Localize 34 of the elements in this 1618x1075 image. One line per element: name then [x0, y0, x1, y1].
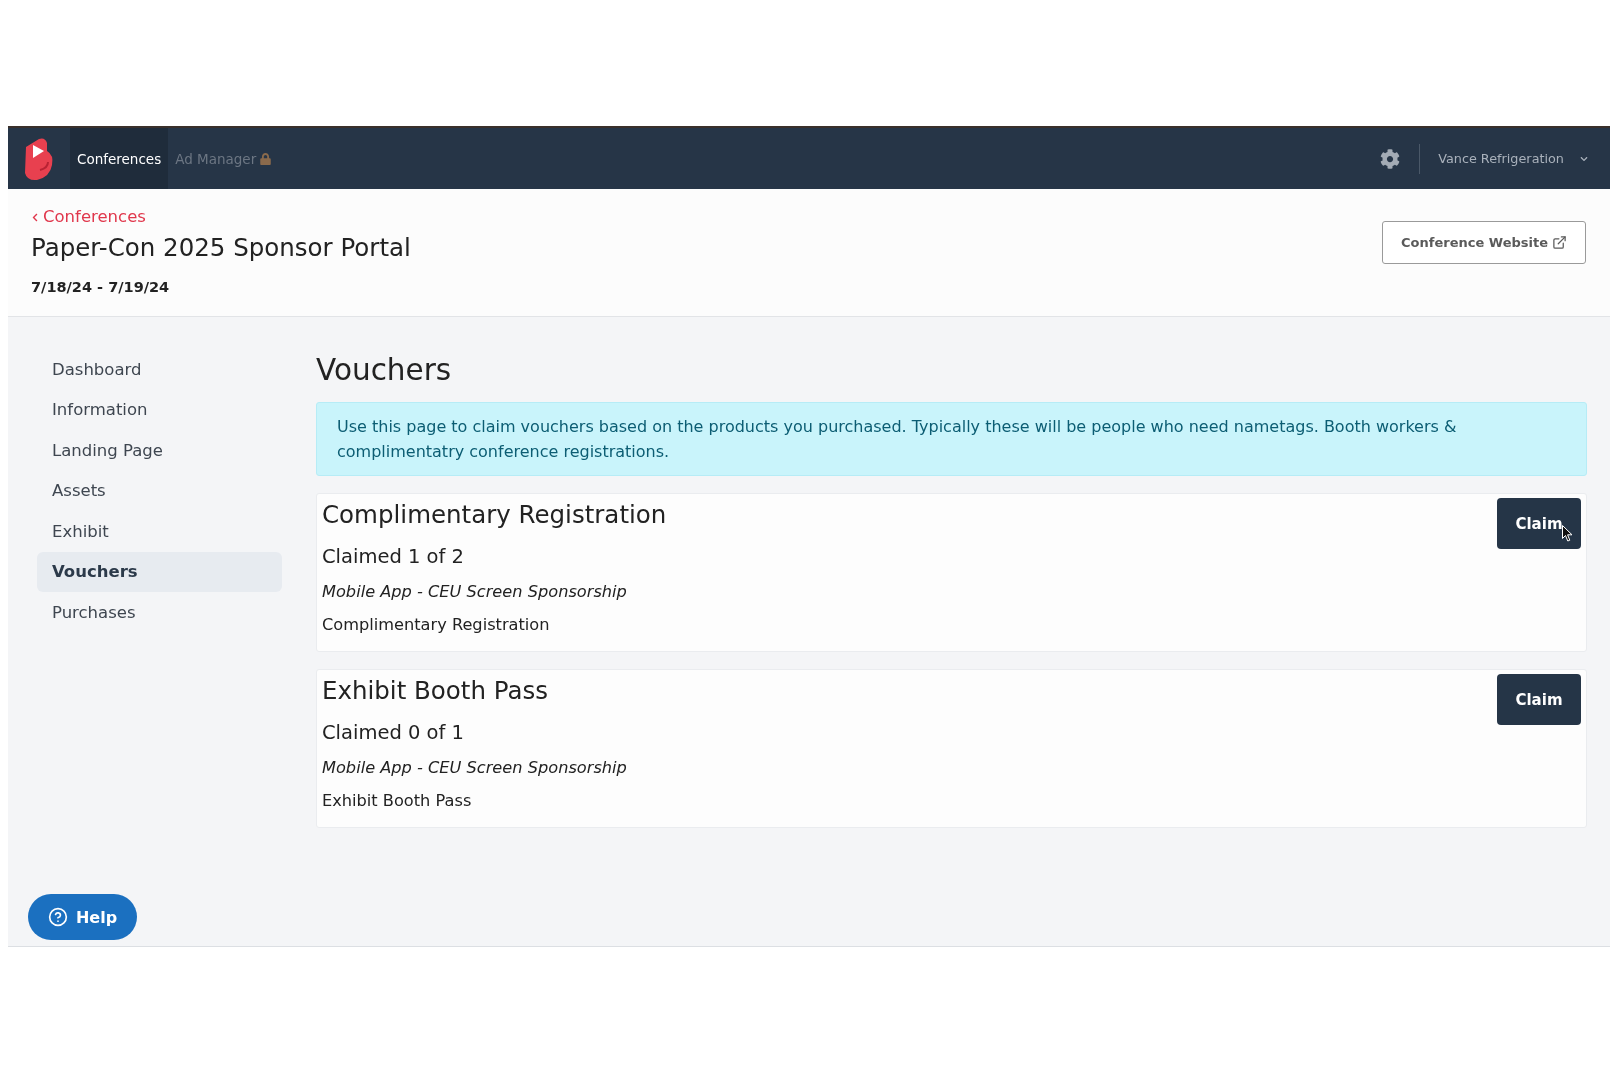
voucher-title: Complimentary Registration — [322, 500, 667, 530]
sidebar-item[interactable]: Purchases — [37, 592, 282, 633]
voucher-item: Complimentary Registration — [322, 614, 550, 636]
voucher-item: Exhibit Booth Pass — [322, 790, 472, 812]
sidebar-item[interactable]: Landing Page — [37, 430, 282, 471]
sidebar-item[interactable]: Information — [37, 389, 282, 430]
logo-icon — [23, 136, 54, 181]
chevron-left-icon — [31, 212, 39, 222]
claimed-count: Claimed 0 of 1 — [322, 720, 464, 746]
date-range: 7/18/24 - 7/19/24 — [31, 278, 170, 297]
page-title: Paper-Con 2025 Sponsor Portal — [31, 232, 411, 264]
help-button[interactable]: Help — [28, 894, 137, 940]
claim-button[interactable]: Claim — [1497, 674, 1581, 725]
nav-tab[interactable]: Conferences — [70, 128, 169, 189]
product-name: Mobile App - CEU Screen Sponsorship — [322, 757, 627, 779]
sidebar-item[interactable]: Exhibit — [37, 511, 282, 552]
conference-website-button[interactable]: Conference Website — [1382, 221, 1586, 264]
account-menu[interactable]: Vance Refrigeration — [1438, 151, 1588, 166]
back-link[interactable]: Conferences — [31, 207, 146, 227]
caret-icon — [1580, 154, 1588, 163]
claim-button[interactable]: Claim — [1497, 498, 1581, 549]
help-icon — [47, 907, 68, 927]
claimed-count: Claimed 1 of 2 — [322, 544, 464, 570]
mouse-pointer-icon — [1562, 525, 1573, 542]
sidebar-item[interactable]: Vouchers — [37, 551, 282, 592]
external-link-icon — [1552, 235, 1567, 250]
voucher-title: Exhibit Booth Pass — [322, 676, 548, 706]
lock-icon — [260, 152, 272, 165]
info-notice: Use this page to claim vouchers based on the products you purchased. Typically these will be people who need nametags. Booth workers & complimentatry conference registrations. — [316, 402, 1587, 476]
settings-icon[interactable] — [1380, 148, 1401, 169]
sidebar-item[interactable]: Assets — [37, 470, 282, 511]
product-name: Mobile App - CEU Screen Sponsorship — [322, 581, 627, 603]
sidebar-item[interactable]: Dashboard — [37, 349, 282, 389]
section-heading: Vouchers — [316, 352, 453, 388]
